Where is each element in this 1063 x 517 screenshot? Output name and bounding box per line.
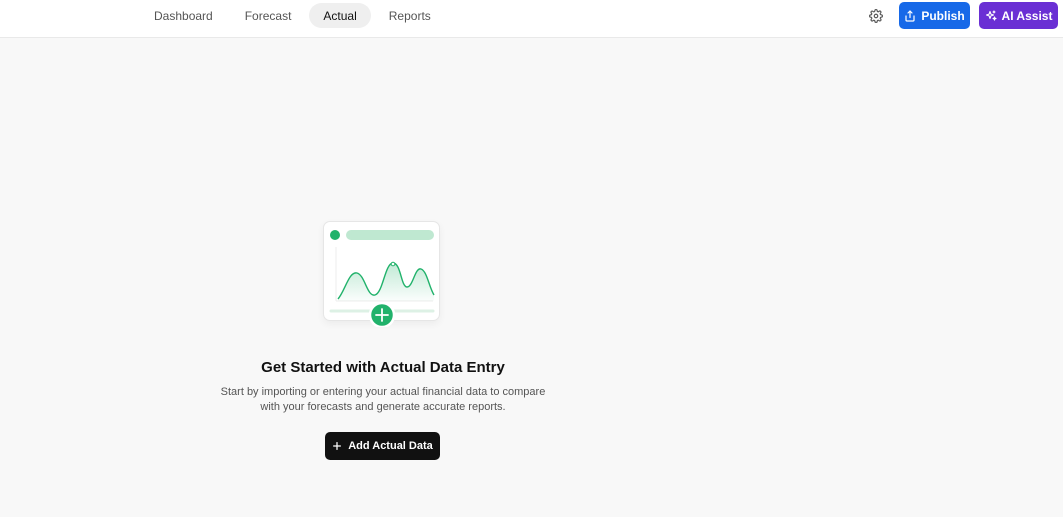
illustration-dot — [330, 230, 340, 240]
ai-assist-label: AI Assist — [1001, 8, 1053, 23]
publish-button[interactable]: Publish — [899, 2, 970, 29]
plus-icon — [333, 442, 342, 450]
tab-forecast[interactable]: Forecast — [231, 3, 306, 28]
tab-actual[interactable]: Actual — [309, 3, 371, 28]
top-navigation-bar: Dashboard Forecast Actual Reports Publis… — [0, 0, 1063, 38]
publish-label: Publish — [921, 8, 965, 23]
illustration-header-bar — [346, 230, 434, 240]
illustration-peak-marker — [390, 261, 396, 267]
add-actual-data-label: Add Actual Data — [348, 440, 433, 452]
empty-state-illustration — [323, 221, 440, 327]
gear-icon — [869, 9, 883, 23]
ai-assist-button[interactable]: AI Assist — [979, 2, 1058, 29]
settings-button[interactable] — [866, 6, 886, 26]
sparkle-icon — [985, 9, 997, 21]
chart-illustration — [329, 230, 435, 327]
description-line-2: with your forecasts and generate accurat… — [260, 401, 506, 413]
empty-state-description: Start by importing or entering your actu… — [213, 385, 553, 415]
tab-reports[interactable]: Reports — [375, 3, 445, 28]
nav-tabs: Dashboard Forecast Actual Reports — [140, 3, 449, 28]
share-upload-icon — [905, 9, 915, 22]
tab-dashboard[interactable]: Dashboard — [140, 3, 227, 28]
add-actual-data-button[interactable]: Add Actual Data — [325, 432, 440, 460]
description-line-1: Start by importing or entering your actu… — [220, 386, 546, 398]
empty-state-title: Get Started with Actual Data Entry — [261, 359, 505, 376]
